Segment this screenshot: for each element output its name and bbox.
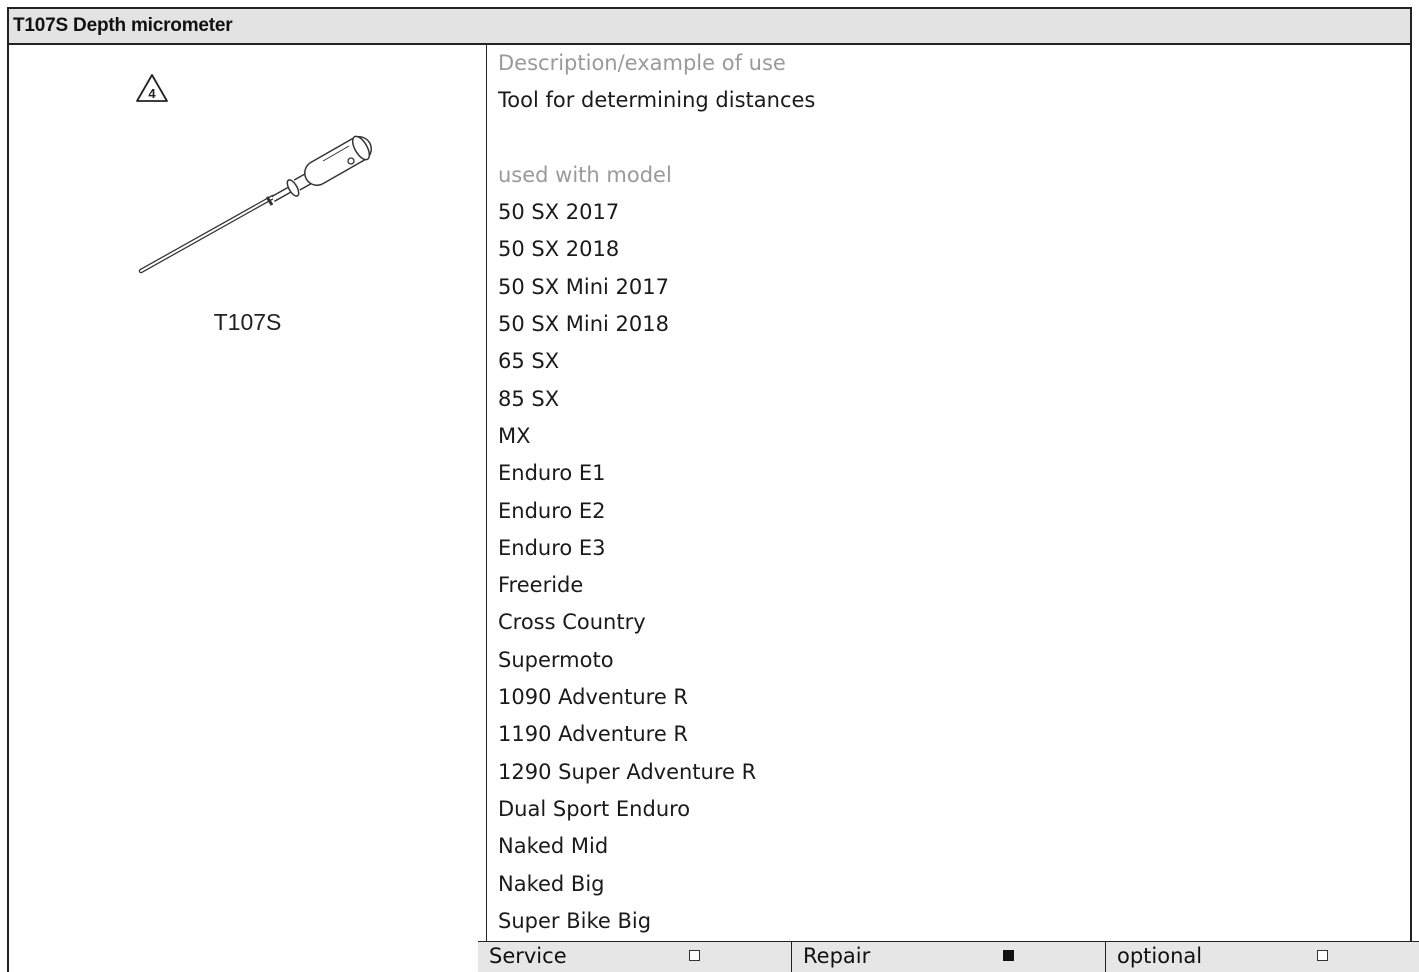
model-item: 65 SX [498, 349, 560, 374]
model-item: Naked Mid [498, 834, 609, 859]
footer-label: Repair [803, 944, 871, 968]
depth-micrometer-illustration [138, 135, 372, 274]
tool-caption: T107S [213, 309, 282, 335]
tool-sheet: T107S Depth micrometer 4 T107S Descripti… [7, 7, 1412, 972]
footer-cell-service: Service [478, 942, 792, 972]
tool-details-panel: Description/example of use Tool for dete… [487, 45, 1410, 972]
details-text: Description/example of use Tool for dete… [498, 45, 1410, 940]
model-item: Enduro E3 [498, 535, 606, 560]
description-label: Description/example of use [498, 51, 786, 75]
model-item: 50 SX 2017 [498, 200, 620, 225]
footer-row: Service Repair optional [478, 941, 1419, 972]
model-item: Supermoto [498, 647, 614, 672]
footer-label: Service [489, 944, 567, 968]
warning-triangle-icon: 4 [136, 74, 168, 102]
checked-box-icon [1003, 950, 1014, 961]
model-item: 50 SX 2018 [498, 237, 620, 262]
page-title: T107S Depth micrometer [13, 15, 233, 36]
model-item: 50 SX Mini 2017 [498, 274, 670, 299]
tool-image-panel: 4 T107S [9, 45, 487, 972]
unchecked-box-icon [689, 950, 700, 961]
model-list: 50 SX 2017 50 SX 2018 50 SX Mini 2017 50 SX… [498, 194, 1410, 940]
description-text: Tool for determining distances [498, 88, 816, 113]
model-item: 1090 Adventure R [498, 685, 689, 710]
footer-cell-optional: optional [1106, 942, 1419, 972]
title-bar: T107S Depth micrometer [9, 9, 1410, 45]
model-item: 1290 Super Adventure R [498, 759, 757, 784]
model-item: Dual Sport Enduro [498, 796, 691, 821]
model-item: Super Bike Big [498, 908, 652, 933]
unchecked-box-icon [1317, 950, 1328, 961]
model-item: Enduro E1 [498, 461, 606, 486]
model-item: MX [498, 423, 531, 448]
warning-number: 4 [148, 86, 156, 101]
footer-label: optional [1117, 944, 1203, 968]
model-item: Cross Country [498, 610, 646, 635]
model-item: Enduro E2 [498, 498, 606, 523]
models-label: used with model [498, 162, 672, 187]
model-item: 1190 Adventure R [498, 722, 689, 747]
model-item: Freeride [498, 573, 584, 598]
footer-cell-repair: Repair [792, 942, 1106, 972]
model-item: 50 SX Mini 2018 [498, 312, 670, 337]
model-item: 85 SX [498, 386, 560, 411]
model-item: Naked Big [498, 871, 605, 896]
